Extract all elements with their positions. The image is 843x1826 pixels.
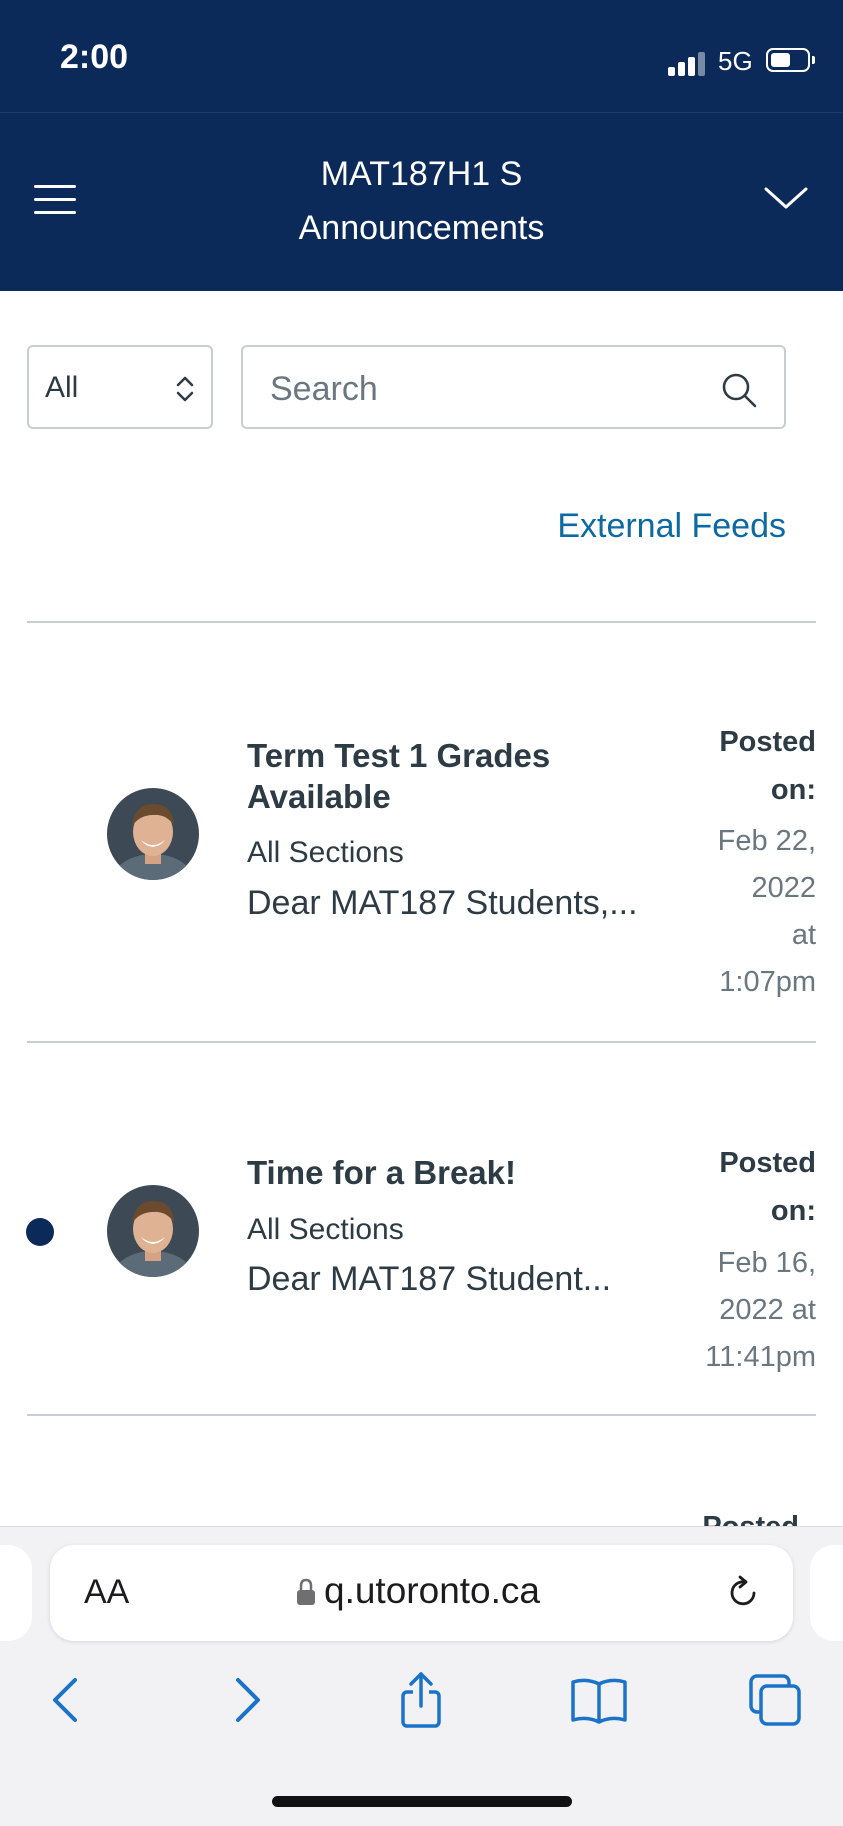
external-feeds-link[interactable]: External Feeds (557, 507, 786, 546)
lock-icon (297, 1578, 315, 1605)
posted-label: Posted on: (719, 726, 816, 806)
announcement-title[interactable]: Time for a Break! (247, 1152, 667, 1193)
unread-indicator (26, 1218, 54, 1246)
forward-icon[interactable] (218, 1672, 278, 1728)
select-arrows-icon (176, 376, 194, 402)
status-bar: 2:00 5G (0, 0, 843, 112)
home-indicator (272, 1796, 572, 1807)
tabs-icon[interactable] (745, 1672, 805, 1728)
announcement-sections: All Sections (247, 836, 404, 869)
posted-label: Posted on: (719, 1147, 816, 1227)
announcement-title[interactable]: Term Test 1 Grades Available (247, 735, 667, 817)
share-icon[interactable] (391, 1672, 451, 1728)
status-time: 2:00 (60, 38, 129, 76)
bookmarks-icon[interactable] (569, 1672, 629, 1728)
back-icon[interactable] (35, 1672, 95, 1728)
search-placeholder: Search (270, 370, 378, 408)
page-title: Announcements (298, 209, 545, 247)
address-bar[interactable]: AA q.utoronto.ca (50, 1545, 793, 1641)
posted-date: Feb 22, 2022 at 1:07pm (717, 825, 816, 998)
next-tab-pill[interactable] (810, 1545, 843, 1641)
previous-tab-pill[interactable] (0, 1545, 32, 1641)
announcement-snippet: Dear MAT187 Students,... (247, 884, 638, 922)
divider (27, 621, 816, 623)
filter-value: All (45, 371, 79, 404)
signal-icon (668, 50, 708, 76)
author-avatar (107, 788, 199, 880)
text-size-button[interactable]: AA (84, 1573, 129, 1612)
search-icon[interactable] (720, 371, 758, 409)
course-header: MAT187H1 S Announcements (0, 112, 843, 291)
announcement-snippet: Dear MAT187 Student... (247, 1260, 612, 1298)
network-type: 5G (718, 46, 753, 76)
url-text[interactable]: q.utoronto.ca (324, 1570, 540, 1612)
posted-date: Feb 16, 2022 at 11:41pm (705, 1247, 816, 1373)
reload-icon[interactable] (723, 1573, 763, 1613)
chevron-down-icon[interactable] (764, 183, 808, 213)
course-title: MAT187H1 S (320, 155, 523, 193)
search-input[interactable]: Search (241, 345, 786, 429)
battery-icon (766, 48, 815, 72)
divider (27, 1041, 816, 1043)
section-filter-select[interactable]: All (27, 345, 213, 429)
announcement-sections: All Sections (247, 1213, 404, 1246)
author-avatar (107, 1185, 199, 1277)
divider (27, 1414, 816, 1416)
